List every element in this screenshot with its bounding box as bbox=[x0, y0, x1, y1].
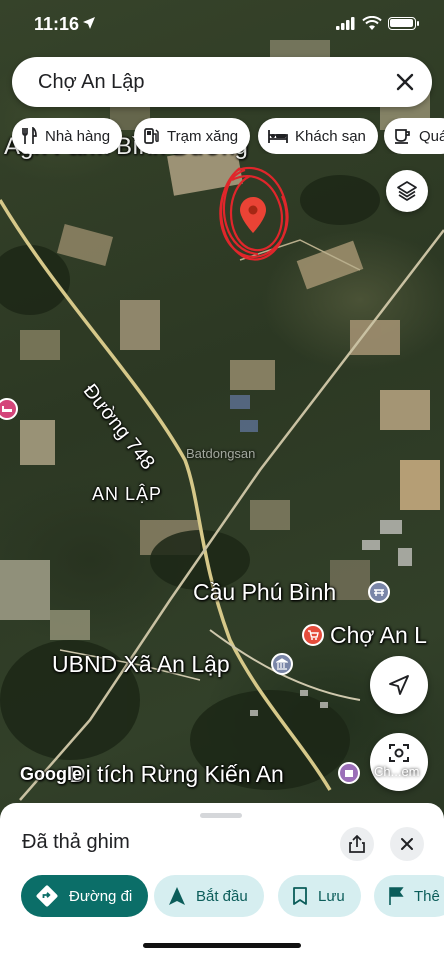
chip-cafes[interactable]: Quá bbox=[384, 118, 444, 154]
navigation-arrow-icon bbox=[389, 675, 409, 695]
market-poi-icon[interactable] bbox=[302, 624, 324, 646]
camera-lens-icon bbox=[389, 744, 409, 762]
bridge-poi-icon[interactable] bbox=[368, 581, 390, 603]
clear-search-icon[interactable] bbox=[392, 69, 418, 95]
add-label-button[interactable]: Thê bbox=[374, 875, 444, 917]
map-label-bridge[interactable]: Cầu Phú Bình bbox=[193, 579, 336, 606]
action-label: Bắt đầu bbox=[196, 887, 248, 905]
flag-icon bbox=[389, 887, 404, 905]
chip-label: Trạm xăng bbox=[167, 127, 239, 145]
layers-icon bbox=[397, 181, 417, 201]
wifi-icon bbox=[362, 16, 382, 30]
chip-gas-stations[interactable]: Trạm xăng bbox=[134, 118, 251, 154]
navigation-arrow-icon bbox=[169, 887, 185, 905]
layers-button[interactable] bbox=[386, 170, 428, 212]
chip-label: Khách sạn bbox=[295, 127, 366, 145]
save-button[interactable]: Lưu bbox=[278, 875, 361, 917]
lens-label: Ch...em bbox=[374, 764, 420, 779]
map-label-committee[interactable]: UBND Xã An Lập bbox=[52, 651, 230, 678]
chip-hotels[interactable]: Khách sạn bbox=[258, 118, 378, 154]
map-label-market[interactable]: Chợ An L bbox=[330, 622, 427, 649]
search-bar[interactable]: Chợ An Lập bbox=[12, 57, 432, 107]
sheet-actions: Đường đi Bắt đầu Lưu Thê bbox=[0, 875, 444, 919]
directions-button[interactable]: Đường đi bbox=[21, 875, 149, 917]
google-attribution: Google bbox=[20, 764, 82, 784]
action-label: Thê bbox=[414, 887, 440, 905]
dropped-pin-icon[interactable] bbox=[240, 197, 266, 233]
battery-icon bbox=[388, 17, 419, 30]
status-bar: 11:16 bbox=[0, 0, 444, 48]
government-poi-icon[interactable] bbox=[271, 653, 293, 675]
start-button[interactable]: Bắt đầu bbox=[154, 875, 264, 917]
location-arrow-icon bbox=[83, 17, 95, 29]
hotel-icon bbox=[268, 130, 288, 143]
gas-station-icon bbox=[144, 128, 159, 144]
map-label-relic[interactable]: Di tích Rừng Kiến An bbox=[69, 761, 284, 788]
bookmark-icon bbox=[293, 887, 307, 905]
status-time: 11:16 bbox=[34, 14, 80, 34]
sheet-title: Đã thả ghim bbox=[22, 831, 130, 853]
action-label: Lưu bbox=[318, 887, 345, 905]
close-icon bbox=[401, 838, 413, 850]
chip-label: Quá bbox=[419, 127, 444, 145]
close-sheet-button[interactable] bbox=[390, 827, 424, 861]
search-query[interactable]: Chợ An Lập bbox=[38, 71, 145, 94]
place-sheet: Đã thả ghim Đường đi Bắt đầu Lưu Thê bbox=[0, 803, 444, 960]
lens-button[interactable] bbox=[370, 733, 428, 791]
landmark-poi-icon[interactable] bbox=[338, 762, 360, 784]
chip-label: Nhà hàng bbox=[45, 127, 111, 145]
action-label: Đường đi bbox=[69, 887, 133, 905]
map-label-commune: AN LẬP bbox=[92, 484, 163, 504]
directions-icon bbox=[36, 885, 58, 907]
category-chips: Nhà hàng Trạm xăng Khách sạn Quá bbox=[12, 118, 444, 154]
cafe-icon bbox=[395, 129, 410, 144]
share-button[interactable] bbox=[340, 827, 374, 861]
restaurant-icon bbox=[22, 127, 37, 144]
share-icon bbox=[349, 835, 365, 853]
sheet-grabber[interactable] bbox=[200, 813, 242, 818]
chip-restaurants[interactable]: Nhà hàng bbox=[12, 118, 123, 154]
home-indicator bbox=[143, 943, 301, 948]
cellular-signal-icon bbox=[336, 17, 355, 30]
my-location-button[interactable] bbox=[370, 656, 428, 714]
watermark: Batdongsan bbox=[186, 446, 256, 461]
